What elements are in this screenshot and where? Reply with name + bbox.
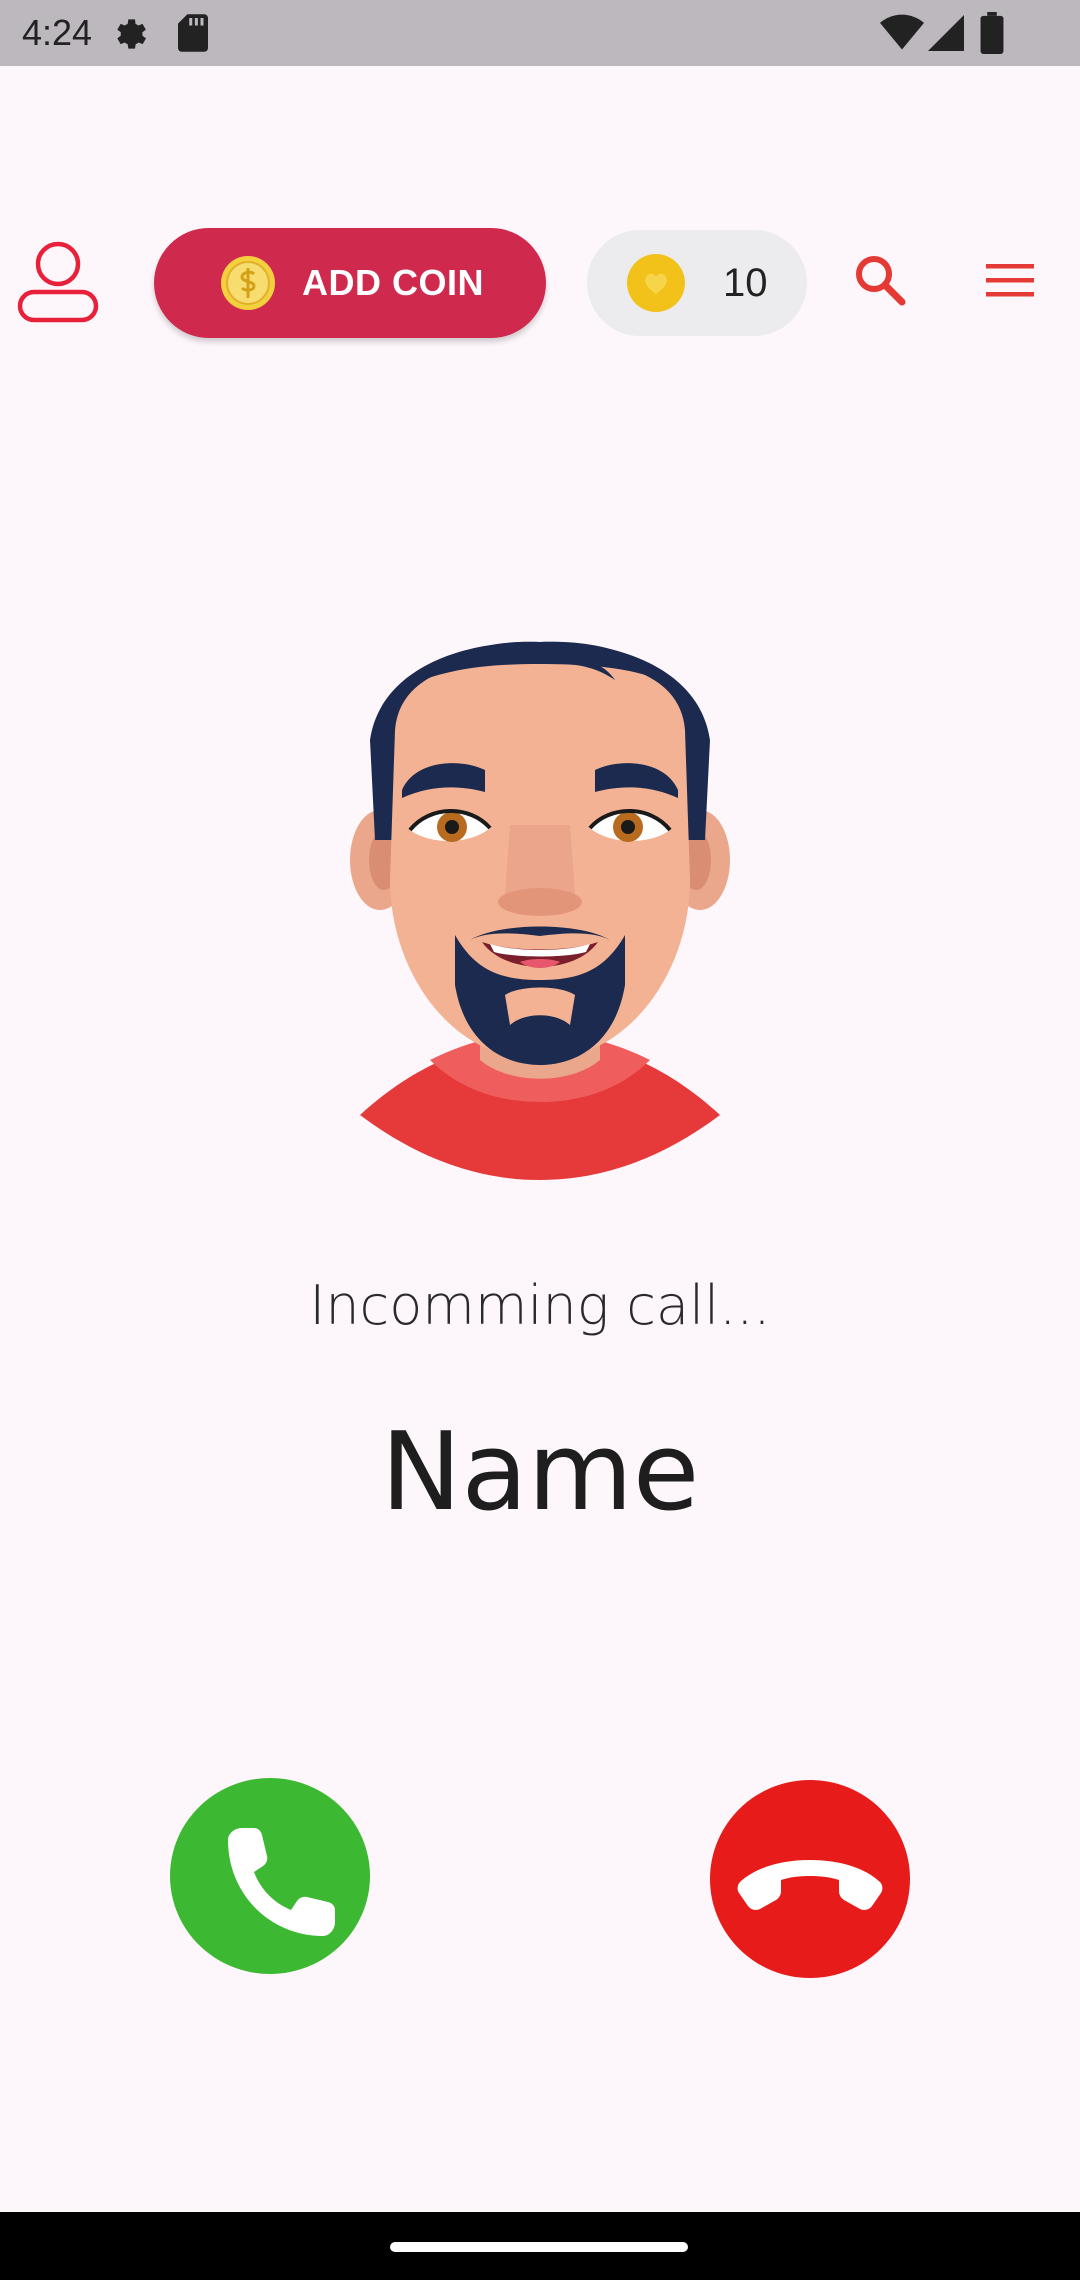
signal-icon: [928, 15, 964, 51]
menu-button[interactable]: [980, 256, 1040, 306]
phone-icon: [228, 1828, 335, 1936]
battery-icon: [980, 12, 1004, 54]
coin-balance: 10: [587, 230, 807, 336]
accept-call-button[interactable]: [170, 1778, 370, 1974]
gold-coin-icon: [221, 256, 275, 310]
search-button[interactable]: [850, 250, 910, 310]
home-gesture-handle[interactable]: [390, 2242, 688, 2252]
caller-avatar: [350, 641, 730, 1180]
decline-call-button[interactable]: [710, 1780, 910, 1978]
heart-coin-icon: [627, 254, 685, 312]
wifi-icon: [880, 14, 924, 50]
settings-gear-icon: [117, 19, 146, 49]
add-coin-button[interactable]: ADD COIN: [154, 228, 546, 338]
hang-up-icon: [737, 1860, 883, 1910]
status-bar: 4:24: [0, 0, 1080, 66]
status-time: 4:24: [22, 12, 93, 53]
sd-card-icon: [178, 14, 208, 52]
add-coin-label: ADD COIN: [302, 262, 484, 303]
coin-balance-value: 10: [723, 261, 768, 305]
caller-name: Name: [380, 1410, 700, 1535]
navigation-bar: [0, 2212, 1080, 2280]
search-icon: [856, 256, 906, 306]
user-outline-icon: [17, 241, 99, 323]
call-status-text: Incomming call...: [309, 1274, 771, 1337]
hamburger-menu-icon: [986, 264, 1034, 297]
profile-button[interactable]: [16, 240, 100, 324]
